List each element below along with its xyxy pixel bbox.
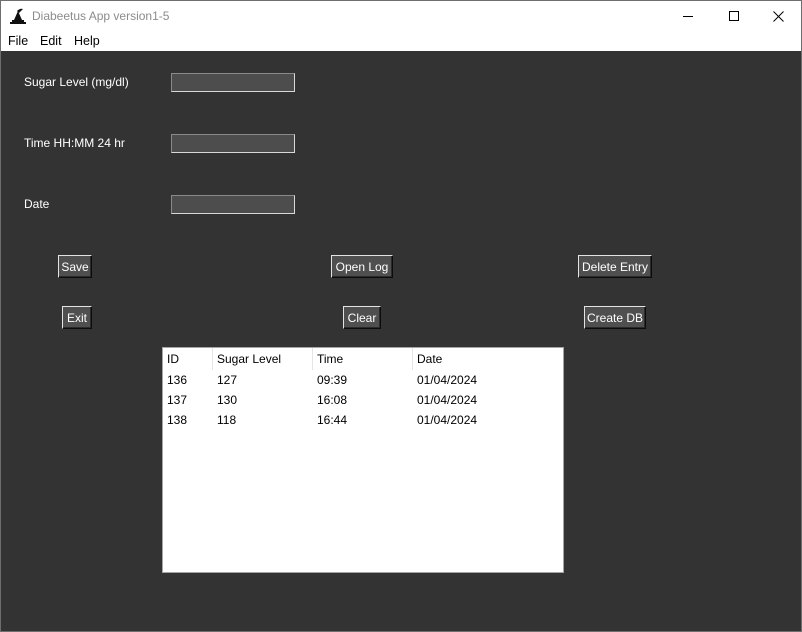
menu-file[interactable]: File (8, 34, 28, 48)
maximize-icon (729, 11, 739, 21)
cell-id: 136 (167, 373, 188, 387)
close-icon (772, 10, 784, 22)
column-header-sugar-level[interactable]: Sugar Level (213, 348, 313, 370)
cell-date: 01/04/2024 (417, 413, 478, 427)
cell-id: 138 (167, 413, 188, 427)
window-title: Diabeetus App version1-5 (32, 9, 170, 23)
exit-button[interactable]: Exit (62, 306, 92, 329)
minimize-button[interactable] (665, 1, 711, 31)
column-header-date[interactable]: Date (413, 348, 563, 370)
open-log-button[interactable]: Open Log (331, 255, 393, 278)
cell-time: 09:39 (317, 373, 348, 387)
cell-date: 01/04/2024 (417, 373, 478, 387)
delete-entry-button[interactable]: Delete Entry (578, 255, 652, 278)
feather-icon (9, 8, 27, 25)
cell-sugar-level: 118 (217, 413, 237, 427)
title-bar[interactable]: Diabeetus App version1-5 (1, 1, 801, 31)
cell-time: 16:44 (317, 413, 348, 427)
time-input[interactable] (171, 134, 295, 153)
table-header: ID Sugar Level Time Date (163, 348, 563, 370)
cell-date: 01/04/2024 (417, 393, 478, 407)
cell-sugar-level: 127 (217, 373, 238, 387)
cell-sugar-level: 130 (217, 393, 238, 407)
main-panel: Sugar Level (mg/dl) Time HH:MM 24 hr Dat… (1, 51, 801, 631)
clear-button[interactable]: Clear (343, 306, 381, 329)
menu-help[interactable]: Help (74, 34, 100, 48)
date-input[interactable] (171, 195, 295, 214)
minimize-icon (683, 11, 693, 21)
time-label: Time HH:MM 24 hr (24, 136, 125, 150)
table-row[interactable]: 138 118 16:44 01/04/2024 (163, 410, 563, 430)
sugar-level-label: Sugar Level (mg/dl) (24, 75, 129, 89)
log-table[interactable]: ID Sugar Level Time Date 136 127 09:39 0… (162, 347, 564, 573)
save-button[interactable]: Save (58, 255, 92, 278)
maximize-button[interactable] (711, 1, 757, 31)
close-button[interactable] (755, 1, 801, 31)
create-db-button[interactable]: Create DB (584, 306, 646, 329)
column-header-id[interactable]: ID (163, 348, 213, 370)
app-window: Diabeetus App version1-5 File Edit Help … (0, 0, 802, 632)
menu-edit[interactable]: Edit (40, 34, 62, 48)
date-label: Date (24, 197, 50, 211)
table-row[interactable]: 137 130 16:08 01/04/2024 (163, 390, 563, 410)
cell-id: 137 (167, 393, 188, 407)
column-header-time[interactable]: Time (313, 348, 413, 370)
cell-time: 16:08 (317, 393, 348, 407)
table-row[interactable]: 136 127 09:39 01/04/2024 (163, 370, 563, 390)
sugar-level-input[interactable] (171, 73, 295, 92)
menu-bar: File Edit Help (1, 31, 801, 51)
